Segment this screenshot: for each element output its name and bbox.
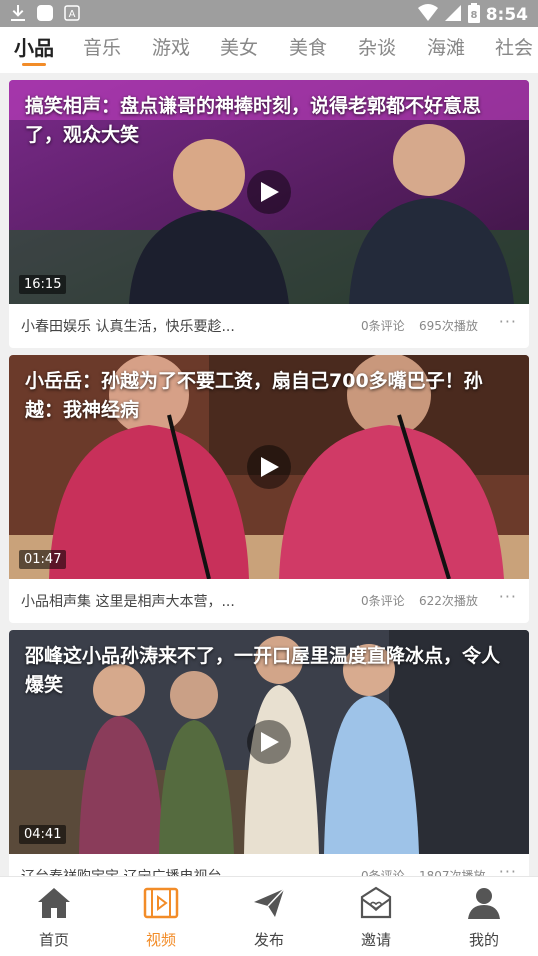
tab-games[interactable]: 游戏: [152, 27, 190, 73]
tab-music[interactable]: 音乐: [83, 27, 121, 73]
app-notification-icon: [36, 4, 54, 26]
play-count: 695次播放: [419, 319, 478, 333]
nav-publish[interactable]: 发布: [215, 877, 323, 956]
play-count: 1807次播放: [419, 869, 486, 876]
status-bar: A 8 8:54: [0, 0, 538, 27]
tab-chat[interactable]: 杂谈: [358, 27, 396, 73]
play-button[interactable]: [247, 170, 291, 214]
tab-beach[interactable]: 海滩: [427, 27, 465, 73]
video-duration: 04:41: [19, 825, 67, 844]
nav-label: 我的: [468, 931, 499, 949]
signal-icon: [444, 4, 462, 26]
tab-xiaopin[interactable]: 小品: [14, 27, 54, 73]
category-tabs: 小品 音乐 游戏 美女 美食 杂谈 海滩 社会: [0, 27, 538, 73]
invite-icon: [360, 886, 392, 919]
play-count: 622次播放: [419, 594, 478, 608]
nav-home[interactable]: 首页: [0, 877, 108, 956]
nav-label: 邀请: [360, 931, 391, 949]
bottom-navigation: 首页 视频 发布 邀请 我的: [0, 876, 538, 956]
comment-count: 0条评论: [361, 594, 405, 608]
comment-count: 0条评论: [361, 869, 405, 876]
video-card[interactable]: 搞笑相声：盘点谦哥的神捧时刻，说得老郭都不好意思了，观众大笑 16:15 小春田…: [9, 80, 529, 348]
nav-label: 首页: [38, 931, 69, 949]
active-tab-indicator: [22, 63, 46, 66]
status-time: 8:54: [485, 5, 528, 25]
video-source[interactable]: 小春田娱乐 认真生活，快乐要趁...: [21, 316, 271, 336]
more-options-icon[interactable]: ···: [499, 862, 517, 876]
play-button[interactable]: [247, 445, 291, 489]
video-feed[interactable]: 搞笑相声：盘点谦哥的神捧时刻，说得老郭都不好意思了，观众大笑 16:15 小春田…: [0, 73, 538, 876]
video-thumbnail[interactable]: 小岳岳：孙越为了不要工资，扇自己700多嘴巴子！孙越：我神经病 01:47: [9, 355, 529, 579]
svg-text:A: A: [69, 9, 76, 20]
nav-invite[interactable]: 邀请: [322, 877, 430, 956]
a-badge-icon: A: [64, 5, 80, 25]
video-title: 搞笑相声：盘点谦哥的神捧时刻，说得老郭都不好意思了，观众大笑: [25, 95, 482, 146]
user-icon: [468, 888, 500, 919]
more-options-icon[interactable]: ···: [499, 312, 517, 331]
video-thumbnail[interactable]: 邵峰这小品孙涛来不了，一开口屋里温度直降冰点，令人爆笑 04:41: [9, 630, 529, 854]
video-card[interactable]: 邵峰这小品孙涛来不了，一开口屋里温度直降冰点，令人爆笑 04:41 辽台春祥购宝…: [9, 630, 529, 876]
video-meta: 小春田娱乐 认真生活，快乐要趁... 0条评论 695次播放 ···: [9, 304, 529, 348]
home-icon: [38, 888, 70, 918]
tab-beauty[interactable]: 美女: [220, 27, 258, 73]
comment-count: 0条评论: [361, 319, 405, 333]
video-duration: 01:47: [19, 550, 67, 569]
video-card[interactable]: 小岳岳：孙越为了不要工资，扇自己700多嘴巴子！孙越：我神经病 01:47 小品…: [9, 355, 529, 623]
send-icon: [254, 888, 285, 917]
svg-text:8: 8: [470, 10, 477, 21]
video-title: 小岳岳：孙越为了不要工资，扇自己700多嘴巴子！孙越：我神经病: [25, 370, 483, 421]
video-source[interactable]: 辽台春祥购宝宝 辽宁广播电视台...: [21, 866, 271, 876]
play-icon: [261, 457, 279, 477]
video-thumbnail[interactable]: 搞笑相声：盘点谦哥的神捧时刻，说得老郭都不好意思了，观众大笑 16:15: [9, 80, 529, 304]
nav-profile[interactable]: 我的: [430, 877, 538, 956]
video-meta: 小品相声集 这里是相声大本营，... 0条评论 622次播放 ···: [9, 579, 529, 623]
play-button[interactable]: [247, 720, 291, 764]
play-icon: [261, 732, 279, 752]
nav-video[interactable]: 视频: [107, 877, 215, 956]
video-icon: [143, 887, 179, 919]
video-title: 邵峰这小品孙涛来不了，一开口屋里温度直降冰点，令人爆笑: [25, 645, 501, 696]
nav-label: 视频: [145, 931, 176, 949]
tab-society[interactable]: 社会: [495, 27, 533, 73]
nav-label: 发布: [253, 931, 284, 949]
battery-icon: 8: [467, 3, 480, 27]
more-options-icon[interactable]: ···: [499, 587, 517, 606]
wifi-icon: [417, 4, 438, 26]
video-source[interactable]: 小品相声集 这里是相声大本营，...: [21, 591, 271, 611]
play-icon: [261, 182, 279, 202]
tab-food[interactable]: 美食: [289, 27, 327, 73]
download-icon: [10, 4, 26, 26]
video-duration: 16:15: [19, 275, 67, 294]
video-meta: 辽台春祥购宝宝 辽宁广播电视台... 0条评论 1807次播放 ···: [9, 854, 529, 876]
